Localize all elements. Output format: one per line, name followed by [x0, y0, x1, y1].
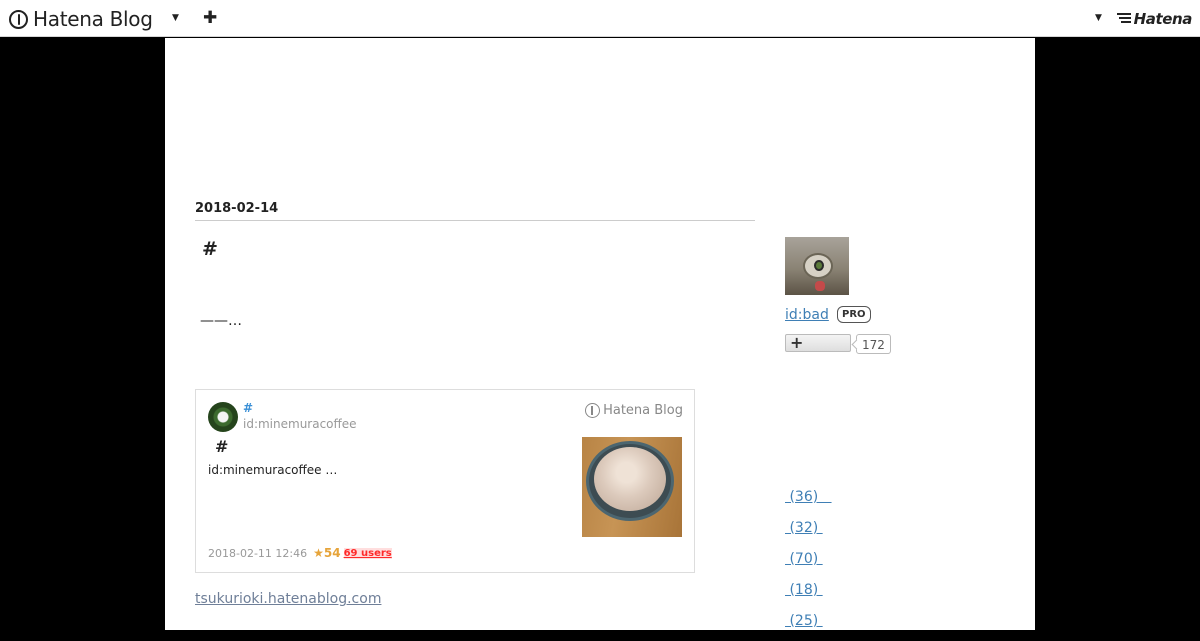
star-count[interactable]: ★54 [313, 546, 340, 560]
account-dropdown-icon[interactable]: ▼ [1095, 13, 1102, 23]
brand-name: Hatena Blog [33, 7, 153, 31]
profile-id-link[interactable]: id:bad [785, 307, 829, 323]
category-list: (36) (32) (70) (18) (25) [785, 486, 832, 641]
pro-badge: PRO [837, 306, 871, 323]
card-hatena-blog-logo: Hatena Blog [585, 403, 683, 418]
card-thumbnail[interactable] [582, 437, 682, 537]
hatena-logo[interactable]: Hatena [1116, 10, 1193, 28]
category-link[interactable]: (36) [785, 489, 832, 505]
hatena-blog-logo-icon [9, 9, 28, 29]
plus-icon[interactable]: ✚ [203, 8, 217, 28]
source-link[interactable]: tsukurioki.hatenablog.com [195, 591, 381, 607]
category-link[interactable]: (32) [785, 520, 823, 536]
category-link[interactable]: (18) [785, 582, 823, 598]
list-item: (36) [785, 486, 832, 517]
plus-icon: + [790, 333, 804, 352]
coffee-foam [594, 447, 666, 511]
entry-body-text: ——… [200, 313, 242, 329]
embedded-blog-card[interactable]: # id:minemuracoffee Hatena Blog # id:min… [195, 389, 695, 573]
list-item: (25) [785, 610, 832, 641]
card-excerpt: id:minemuracoffee … [208, 463, 338, 477]
card-meta: 2018-02-11 12:46 ★54 69 users [208, 546, 392, 560]
hatena-mark-icon [1116, 13, 1131, 25]
date-divider [195, 220, 755, 221]
author-avatar[interactable] [208, 402, 238, 432]
follower-count[interactable]: 172 [856, 334, 891, 354]
card-entry-title[interactable]: # [215, 437, 228, 456]
bookmark-users-count[interactable]: 69 users [343, 547, 392, 559]
global-header: Hatena Blog ▼ ✚ ▼ Hatena [0, 0, 1200, 37]
entry-title[interactable]: # [202, 238, 218, 260]
entry-date[interactable]: 2018-02-14 [195, 201, 278, 216]
profile-icon[interactable] [785, 237, 849, 295]
hatena-wordmark: Hatena [1133, 10, 1193, 28]
follow-button[interactable]: + [785, 333, 851, 352]
card-author-id[interactable]: id:minemuracoffee [243, 417, 357, 431]
category-link[interactable]: (70) [785, 551, 823, 567]
hatena-blog-logo[interactable]: Hatena Blog [9, 7, 153, 31]
card-blog-title[interactable]: # [243, 401, 253, 415]
list-item: (32) [785, 517, 832, 548]
profile-iris-graphic [814, 260, 824, 271]
card-brand-name: Hatena Blog [603, 403, 683, 418]
blog-page: 2018-02-14 # ——… # id:minemuracoffee Hat… [165, 38, 1035, 630]
list-item: (18) [785, 579, 832, 610]
profile-tongue-graphic [815, 281, 825, 291]
category-link[interactable]: (25) [785, 613, 823, 629]
menu-dropdown-icon[interactable]: ▼ [172, 13, 179, 23]
list-item: (70) [785, 548, 832, 579]
profile-eye-graphic [803, 253, 833, 279]
hatena-blog-logo-icon [585, 403, 601, 418]
card-timestamp: 2018-02-11 12:46 [208, 546, 308, 560]
